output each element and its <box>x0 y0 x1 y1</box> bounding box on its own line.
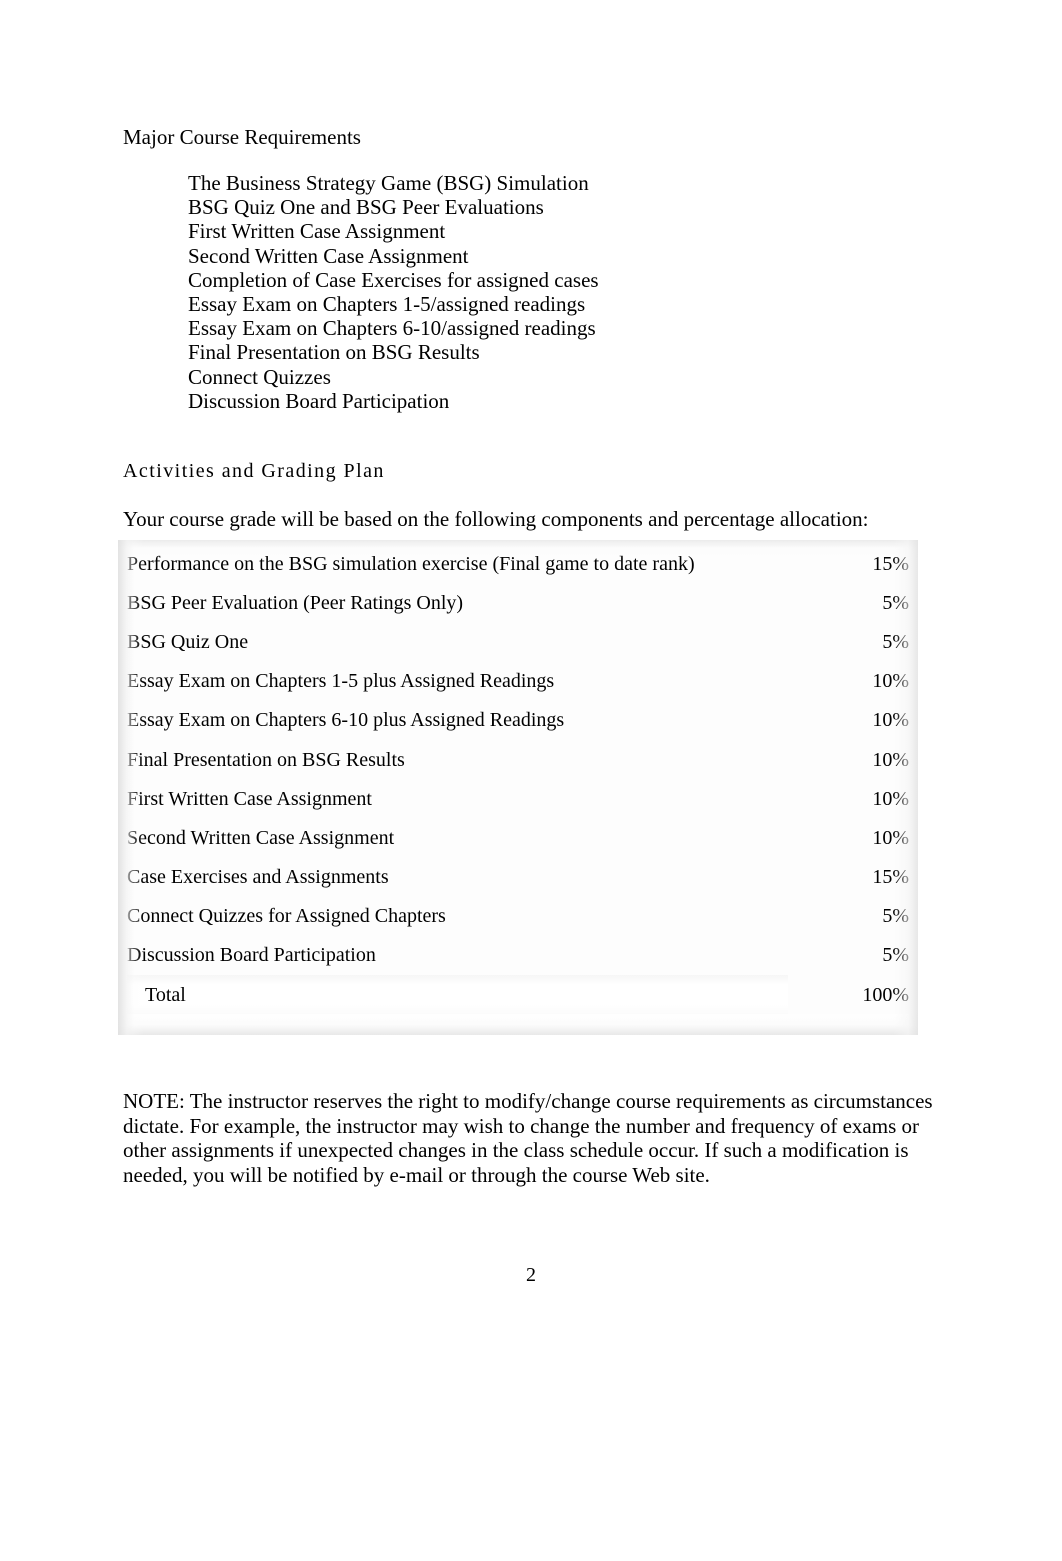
percent-cell: 10% <box>787 739 909 780</box>
percent-cell: 15% <box>787 857 909 897</box>
component-cell: Connect Quizzes for Assigned Chapters <box>127 896 788 936</box>
component-cell: First Written Case Assignment <box>127 779 788 819</box>
document-page: Major Course Requirements The Business S… <box>0 0 1062 1561</box>
component-cell: Essay Exam on Chapters 1-5 plus Assigned… <box>127 661 788 701</box>
table-row: Performance on the BSG simulation exerci… <box>127 544 909 584</box>
grading-table: Performance on the BSG simulation exerci… <box>127 544 909 1015</box>
percent-cell: 10% <box>787 779 909 819</box>
list-item: Second Written Case Assignment <box>188 243 469 268</box>
percent-cell: 5% <box>787 583 909 623</box>
note-paragraph: NOTE: The instructor reserves the right … <box>123 1089 933 1187</box>
grading-table-container: Performance on the BSG simulation exerci… <box>118 540 918 1035</box>
component-cell: Second Written Case Assignment <box>127 818 788 858</box>
component-cell: BSG Quiz One <box>127 622 788 662</box>
total-label-cell: Total <box>127 975 788 1015</box>
list-item: Essay Exam on Chapters 1-5/assigned read… <box>188 292 586 317</box>
percent-cell: 5% <box>787 896 909 936</box>
list-item: Final Presentation on BSG Results <box>188 340 480 365</box>
table-row: BSG Peer Evaluation (Peer Ratings Only) … <box>127 583 909 623</box>
table-row: Connect Quizzes for Assigned Chapters 5% <box>127 896 909 936</box>
list-item: Completion of Case Exercises for assigne… <box>188 267 599 292</box>
table-row: First Written Case Assignment 10% <box>127 779 909 819</box>
list-item: BSG Quiz One and BSG Peer Evaluations <box>188 195 544 220</box>
percent-cell: 5% <box>787 935 909 976</box>
component-cell: BSG Peer Evaluation (Peer Ratings Only) <box>127 583 788 623</box>
table-row: BSG Quiz One 5% <box>127 622 909 662</box>
table-row: Second Written Case Assignment 10% <box>127 818 909 858</box>
table-total-row: Total 100% <box>127 975 909 1015</box>
table-row: Final Presentation on BSG Results 10% <box>127 739 909 780</box>
percent-cell: 10% <box>787 661 909 701</box>
grading-plan-intro-text: Your course grade will be based on the f… <box>123 507 869 531</box>
table-row: Discussion Board Participation 5% <box>127 935 909 976</box>
activities-grading-plan-heading: Activities and Grading Plan <box>123 460 385 482</box>
major-course-requirements-title: Major Course Requirements <box>123 125 361 149</box>
list-item: Essay Exam on Chapters 6-10/assigned rea… <box>188 316 596 341</box>
list-item: Connect Quizzes <box>188 364 331 389</box>
list-item: The Business Strategy Game (BSG) Simulat… <box>188 171 589 195</box>
percent-cell: 15% <box>787 544 909 584</box>
major-course-requirements-list: The Business Strategy Game (BSG) Simulat… <box>188 171 599 413</box>
page-number: 2 <box>526 1264 536 1286</box>
component-cell: Final Presentation on BSG Results <box>127 739 788 780</box>
table-row: Case Exercises and Assignments 15% <box>127 857 909 897</box>
component-cell: Essay Exam on Chapters 6-10 plus Assigne… <box>127 700 788 740</box>
percent-cell: 5% <box>787 622 909 662</box>
list-item: First Written Case Assignment <box>188 219 446 244</box>
component-cell: Case Exercises and Assignments <box>127 857 788 897</box>
list-item: Discussion Board Participation <box>188 388 450 413</box>
table-row: Essay Exam on Chapters 1-5 plus Assigned… <box>127 661 909 701</box>
percent-cell: 10% <box>787 818 909 858</box>
component-cell: Discussion Board Participation <box>127 935 788 976</box>
total-percent-cell: 100% <box>787 975 909 1015</box>
table-row: Essay Exam on Chapters 6-10 plus Assigne… <box>127 700 909 740</box>
component-cell: Performance on the BSG simulation exerci… <box>127 544 788 584</box>
percent-cell: 10% <box>787 700 909 740</box>
